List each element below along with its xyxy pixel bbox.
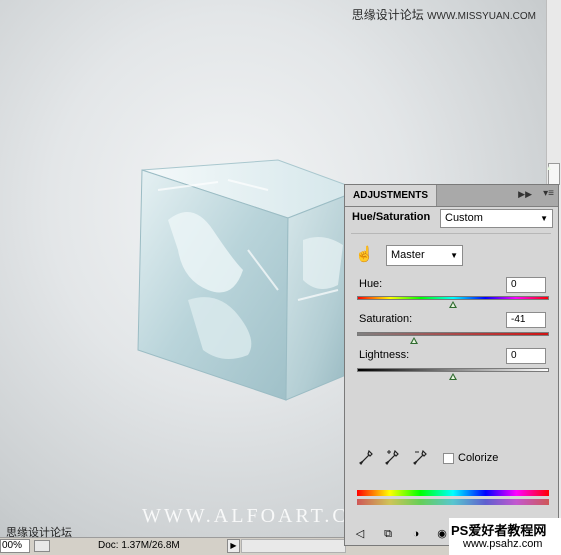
input-color-bar: [357, 490, 549, 496]
scrollbar-thumb[interactable]: [547, 163, 560, 185]
adjustment-title: Hue/Saturation: [352, 211, 431, 223]
visibility-circle-icon[interactable]: ◑: [409, 527, 423, 541]
lightness-slider-thumb[interactable]: [449, 373, 457, 380]
panel-menu-icon[interactable]: ▾≡: [543, 188, 554, 199]
double-arrow-icon[interactable]: ▶▶: [518, 189, 532, 200]
forum-watermark: 思缘设计论坛 WWW.MISSYUAN.COM: [351, 8, 536, 22]
hue-slider-track[interactable]: [357, 296, 549, 300]
saturation-label: Saturation:: [359, 313, 413, 325]
lightness-label: Lightness:: [359, 349, 410, 361]
divider: [351, 233, 551, 234]
chevron-down-icon: ▼: [450, 251, 458, 260]
channel-value: Master: [391, 249, 425, 261]
saturation-input[interactable]: -41: [506, 312, 546, 328]
forum-watermark-bottom: 思缘设计论坛: [6, 527, 72, 539]
alfoart-watermark: WWW.ALFOART.CO: [142, 505, 367, 527]
tab-adjustments[interactable]: ADJUSTMENTS: [345, 185, 438, 206]
targeted-adjustment-hand-icon[interactable]: ☝: [355, 246, 374, 264]
clip-to-layer-icon[interactable]: ⧉: [381, 527, 395, 541]
saturation-slider-thumb[interactable]: [409, 337, 418, 344]
saturation-slider-track[interactable]: [357, 332, 549, 336]
preset-value: Custom: [445, 212, 483, 224]
eyedropper-icon[interactable]: [359, 449, 373, 469]
lightness-slider-track[interactable]: [357, 368, 549, 372]
status-menu-arrow-icon[interactable]: ▶: [227, 539, 240, 553]
preset-dropdown[interactable]: Custom ▼: [440, 209, 553, 228]
lightness-input[interactable]: 0: [506, 348, 546, 364]
status-info-icon[interactable]: [34, 540, 50, 552]
zoom-field[interactable]: 00%: [0, 539, 30, 553]
document-size: Doc: 1.37M/26.8M: [98, 540, 180, 551]
back-arrow-icon[interactable]: ◁: [353, 527, 367, 541]
output-color-bar: [357, 499, 549, 505]
psahz-watermark: PS爱好者教程网 www.psahz.com: [449, 518, 561, 555]
colorize-checkbox[interactable]: [443, 453, 454, 464]
eye-icon[interactable]: ◉: [435, 527, 449, 541]
panel-tab-bar: ADJUSTMENTS ▶▶ ▾≡: [345, 185, 558, 207]
colorize-label: Colorize: [458, 452, 499, 464]
adjustments-panel: ADJUSTMENTS ▶▶ ▾≡ Hue/Saturation Custom …: [344, 184, 559, 546]
horizontal-scrollbar[interactable]: [241, 539, 346, 553]
hue-slider-thumb[interactable]: [449, 301, 457, 308]
hue-input[interactable]: 0: [506, 277, 546, 293]
ice-cube-image: [137, 159, 362, 401]
chevron-down-icon: ▼: [540, 214, 548, 223]
channel-dropdown[interactable]: Master ▼: [386, 245, 463, 266]
hue-label: Hue:: [359, 278, 383, 290]
eyedropper-plus-icon[interactable]: [385, 449, 399, 469]
eyedropper-minus-icon[interactable]: [413, 449, 427, 469]
